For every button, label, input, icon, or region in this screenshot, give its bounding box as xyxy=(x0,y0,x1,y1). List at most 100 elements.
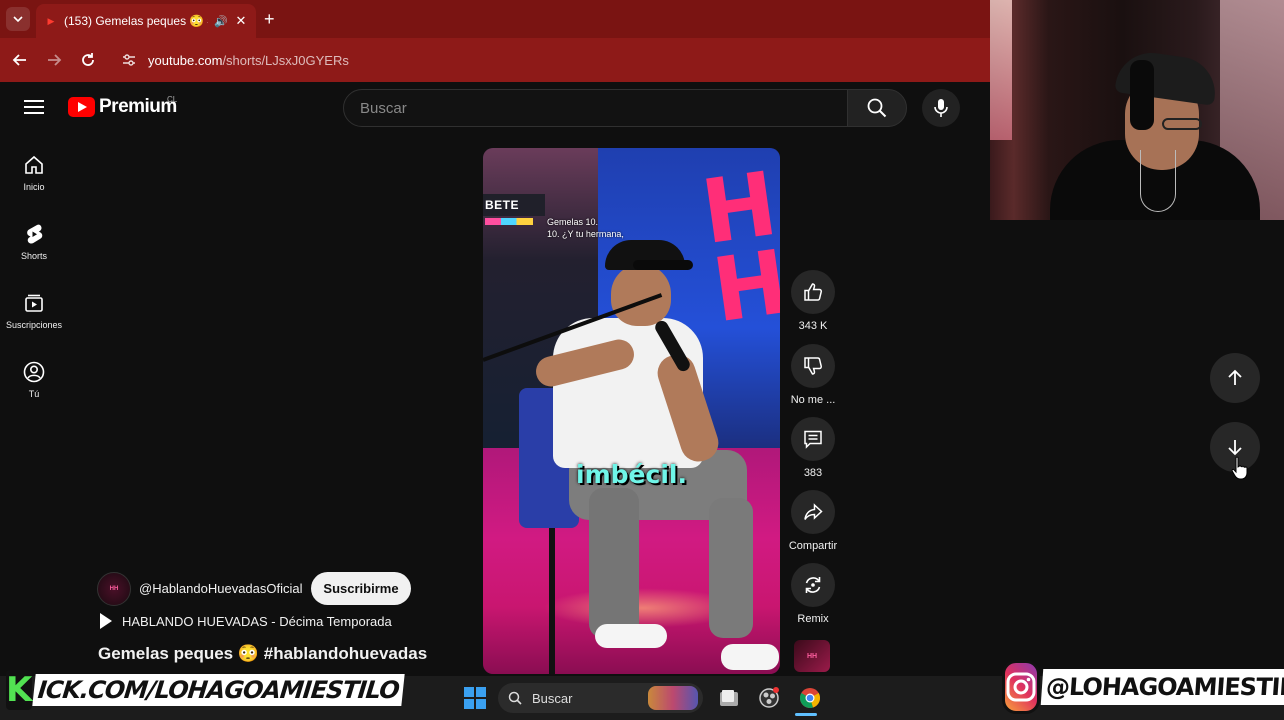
home-icon xyxy=(25,155,43,174)
screen: { "browser": { "tab": { "title": "(153) … xyxy=(0,0,1284,720)
file-explorer-icon xyxy=(720,690,738,706)
taskbar-app-chrome[interactable] xyxy=(795,684,825,712)
voice-search-button[interactable] xyxy=(922,89,960,127)
back-arrow-icon[interactable] xyxy=(8,48,32,72)
playlist-link[interactable]: HABLANDO HUEVADAS - Décima Temporada xyxy=(100,613,392,629)
sidebar-item-label: Inicio xyxy=(23,182,45,192)
youtube-premium-logo[interactable]: Premium xyxy=(68,96,177,118)
logo-text: Premium xyxy=(99,96,177,117)
comments-button[interactable] xyxy=(791,417,835,461)
sidebar-item-suscripciones[interactable]: Suscripciones xyxy=(0,292,68,330)
comment-icon xyxy=(804,430,822,449)
video-title: Gemelas peques 😳 #hablandohuevadas xyxy=(98,644,428,663)
sign-color-bars xyxy=(485,218,533,225)
instagram-banner: @LOHAGOAMIESTILO xyxy=(1002,658,1284,716)
sidebar-item-tu[interactable]: Tú xyxy=(0,361,68,399)
remix-button[interactable] xyxy=(791,563,835,607)
reload-icon[interactable] xyxy=(76,48,100,72)
windows-logo-icon xyxy=(464,687,486,709)
tab-close-icon[interactable]: ✕ xyxy=(234,13,248,29)
site-settings-icon[interactable] xyxy=(120,51,138,69)
taskbar-app-files[interactable] xyxy=(714,684,744,712)
new-tab-plus-icon[interactable]: + xyxy=(264,8,275,30)
search-icon xyxy=(508,691,522,705)
sidebar-item-label: Suscripciones xyxy=(5,320,63,330)
streamer-headphones xyxy=(1130,60,1154,130)
kick-channel-banner: K ICK.COM/LOHAGOAMIESTILO xyxy=(6,666,405,714)
browser-tabstrip: ▶ (153) Gemelas peques 😳 # 🔊 ✕ + xyxy=(0,0,990,38)
dislike-button[interactable] xyxy=(791,344,835,388)
remix-icon xyxy=(805,577,821,593)
person-head xyxy=(611,264,671,326)
streamer-webcam-overlay xyxy=(990,0,1284,220)
channel-audio-thumbnail[interactable]: HH xyxy=(794,640,830,672)
channel-avatar[interactable]: HH xyxy=(97,572,131,606)
account-icon xyxy=(23,361,45,383)
sidebar-item-inicio[interactable]: Inicio xyxy=(0,154,68,192)
dislike-action[interactable]: No me ... xyxy=(787,344,839,406)
windows-start-button[interactable] xyxy=(460,684,490,712)
url-text: youtube.com/shorts/LJsxJ0GYERs xyxy=(148,53,349,68)
speaker-icon[interactable]: 🔊 xyxy=(214,15,228,28)
sidebar-item-shorts[interactable]: Shorts xyxy=(0,223,68,261)
microphone-icon xyxy=(934,99,948,117)
active-app-indicator xyxy=(795,713,817,716)
person-shoe xyxy=(721,644,779,670)
instagram-icon xyxy=(1002,660,1040,714)
remix-label: Remix xyxy=(797,613,829,625)
chrome-icon xyxy=(799,688,821,708)
shorts-icon xyxy=(27,224,43,244)
search-icon xyxy=(867,98,887,118)
share-icon xyxy=(804,503,823,520)
play-icon xyxy=(100,613,112,629)
obs-icon xyxy=(759,687,779,708)
tab-search-menu-button[interactable] xyxy=(6,7,30,31)
search-button[interactable] xyxy=(847,89,907,127)
browser-toolbar: youtube.com/shorts/LJsxJ0GYERs xyxy=(0,38,990,82)
share-label: Compartir xyxy=(788,540,838,552)
comments-action[interactable]: 383 xyxy=(787,417,839,479)
comment-count: 383 xyxy=(803,467,823,479)
video-overlay-caption: Gemelas 10. 10. ¿Y tu hermana, xyxy=(547,217,624,239)
share-action[interactable]: Compartir xyxy=(787,490,839,552)
sidebar-item-label: Shorts xyxy=(20,251,47,261)
person-leg xyxy=(589,488,639,638)
kick-url-text: ICK.COM/LOHAGOAMIESTILO xyxy=(32,674,405,706)
kick-logo: K xyxy=(6,670,33,710)
person-leg xyxy=(709,498,753,638)
address-bar[interactable]: youtube.com/shorts/LJsxJ0GYERs xyxy=(112,44,982,76)
hamburger-menu-icon[interactable] xyxy=(22,96,46,120)
like-action[interactable]: 343 K xyxy=(787,270,839,332)
hand-pointer-cursor-icon xyxy=(1231,456,1248,480)
search-input[interactable]: Buscar xyxy=(343,89,848,127)
youtube-play-logo-icon xyxy=(68,97,95,117)
shorts-video-player[interactable]: HH BETE Gemelas 10. 10. ¿Y tu hermana, i… xyxy=(483,148,780,674)
instagram-handle: @LOHAGOAMIESTILO xyxy=(1040,669,1284,705)
person-cap-brim xyxy=(633,260,693,270)
streamer-glasses xyxy=(1162,118,1202,130)
subscribe-button[interactable]: Suscribirme xyxy=(311,572,411,605)
channel-name[interactable]: @HablandoHuevadasOficial xyxy=(139,581,303,596)
thumbs-down-icon xyxy=(804,357,823,375)
tab-title: (153) Gemelas peques 😳 # xyxy=(64,14,209,28)
share-button[interactable] xyxy=(791,490,835,534)
browser-tab-active[interactable]: ▶ (153) Gemelas peques 😳 # 🔊 ✕ xyxy=(36,4,256,38)
arrow-down-icon xyxy=(1228,440,1242,456)
taskbar-search[interactable]: Buscar xyxy=(498,683,703,713)
playlist-title: HABLANDO HUEVADAS - Décima Temporada xyxy=(122,613,392,629)
like-count: 343 K xyxy=(798,320,828,332)
search-highlight-art xyxy=(648,686,698,710)
chevron-down-icon xyxy=(13,16,23,23)
remix-action[interactable]: Remix xyxy=(787,563,839,625)
taskbar-app-obs[interactable] xyxy=(754,684,784,712)
previous-short-button[interactable] xyxy=(1210,353,1260,403)
person-shoe xyxy=(595,624,667,648)
chair-leg xyxy=(549,528,555,674)
country-code: CL xyxy=(167,95,178,104)
video-sign: BETE xyxy=(483,194,545,216)
forward-arrow-icon[interactable] xyxy=(42,48,66,72)
streamer-chain xyxy=(1140,150,1176,212)
video-subtitle: imbécil. xyxy=(576,460,687,489)
webcam-light xyxy=(990,0,1012,140)
like-button[interactable] xyxy=(791,270,835,314)
